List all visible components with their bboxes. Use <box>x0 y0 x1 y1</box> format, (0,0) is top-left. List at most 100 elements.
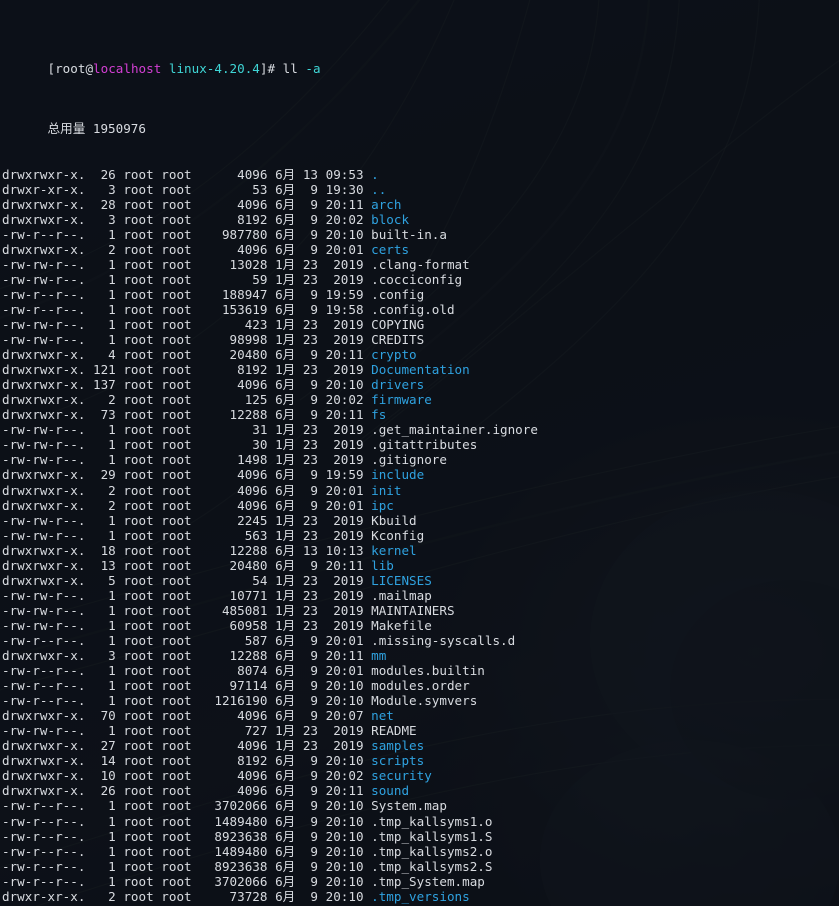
total-size-line: 总用量 1950976 <box>2 106 839 136</box>
cell-separator <box>318 467 326 482</box>
cell-separator <box>318 377 326 392</box>
cell-perm: -rw-rw-r--. <box>2 271 86 287</box>
listing-row: drwxrwxr-x. 14 root root 8192 6月 9 20:10… <box>2 753 839 768</box>
cell-links: 1 <box>93 617 116 633</box>
cell-separator <box>267 452 275 467</box>
cell-group: root <box>161 422 192 438</box>
cell-separator <box>318 618 326 633</box>
cell-separator <box>267 317 275 332</box>
cell-size: 60958 <box>199 617 268 633</box>
cell-group: root <box>161 482 192 498</box>
cell-month: 6月 <box>275 873 296 889</box>
cell-separator <box>364 528 372 543</box>
cell-owner: root <box>123 843 154 859</box>
cell-separator <box>295 227 303 242</box>
cell-separator <box>85 738 93 753</box>
cell-owner: root <box>123 768 154 784</box>
cell-name: Module.symvers <box>371 693 478 709</box>
cell-separator <box>267 377 275 392</box>
cell-size: 73728 <box>199 888 268 904</box>
cell-time: 20:10 <box>325 753 364 769</box>
typed-command: ll <box>282 61 298 77</box>
cell-day: 13 <box>302 166 319 182</box>
cell-links: 1 <box>93 587 116 603</box>
cell-separator <box>267 242 275 257</box>
listing-row: -rw-rw-r--. 1 root root 2245 1月 23 2019 … <box>2 513 839 528</box>
cell-links: 1 <box>93 332 116 348</box>
prompt-sigil: # <box>267 61 283 77</box>
cell-separator <box>85 573 93 588</box>
cell-separator <box>318 452 326 467</box>
listing-row: -rw-r--r--. 1 root root 1489480 6月 9 20:… <box>2 814 839 829</box>
cell-time: 20:02 <box>325 211 364 227</box>
cell-day: 23 <box>302 332 319 348</box>
cell-day: 9 <box>302 632 319 648</box>
cell-owner: root <box>123 452 154 468</box>
cell-day: 9 <box>302 497 319 513</box>
cell-day: 23 <box>302 512 319 528</box>
total-value: 1950976 <box>92 121 146 137</box>
cell-group: root <box>161 286 192 302</box>
cell-owner: root <box>123 678 154 694</box>
cell-day: 9 <box>302 211 319 227</box>
cell-name: arch <box>371 196 402 212</box>
cell-name: Kconfig <box>371 527 425 543</box>
cell-separator <box>364 227 372 242</box>
cell-group: root <box>161 542 192 558</box>
terminal-text-pane[interactable]: [root@localhost linux-4.20.4]# ll -a 总用量… <box>0 0 839 906</box>
listing-row: drwxrwxr-x. 5 root root 54 1月 23 2019 LI… <box>2 573 839 588</box>
cell-time: 20:01 <box>325 663 364 679</box>
cell-separator <box>364 814 372 829</box>
cell-separator <box>267 663 275 678</box>
prompt-user: root <box>55 61 86 77</box>
cell-month: 6月 <box>275 708 296 724</box>
cell-day: 9 <box>302 798 319 814</box>
cell-size: 98998 <box>199 332 268 348</box>
cell-group: root <box>161 888 192 904</box>
cell-day: 9 <box>302 286 319 302</box>
cell-separator <box>364 693 372 708</box>
cell-day: 23 <box>302 362 319 378</box>
cell-separator <box>85 889 93 904</box>
cell-month: 6月 <box>275 632 296 648</box>
cell-separator <box>318 437 326 452</box>
cell-group: root <box>161 301 192 317</box>
cell-owner: root <box>123 527 154 543</box>
cell-group: root <box>161 768 192 784</box>
cell-separator <box>295 783 303 798</box>
cell-separator <box>364 407 372 422</box>
cell-month: 1月 <box>275 512 296 528</box>
cell-links: 1 <box>93 678 116 694</box>
cell-separator <box>364 783 372 798</box>
cell-perm: -rw-r--r--. <box>2 828 86 844</box>
cell-size: 12288 <box>199 407 268 423</box>
cell-separator <box>85 603 93 618</box>
cell-time: 2019 <box>325 422 364 438</box>
cell-day: 9 <box>302 648 319 664</box>
cell-separator <box>267 618 275 633</box>
cell-group: root <box>161 377 192 393</box>
cell-owner: root <box>123 557 154 573</box>
cell-group: root <box>161 527 192 543</box>
cell-separator <box>267 768 275 783</box>
cell-separator <box>318 272 326 287</box>
cell-day: 9 <box>302 753 319 769</box>
cell-separator <box>267 407 275 422</box>
cell-separator <box>318 693 326 708</box>
cell-separator <box>295 407 303 422</box>
cell-day: 13 <box>302 542 319 558</box>
cell-owner: root <box>123 241 154 257</box>
listing-row: -rw-r--r--. 1 root root 1216190 6月 9 20:… <box>2 693 839 708</box>
cell-owner: root <box>123 783 154 799</box>
cell-time: 20:10 <box>325 888 364 904</box>
cell-day: 23 <box>302 572 319 588</box>
cell-links: 1 <box>93 843 116 859</box>
cell-name: built-in.a <box>371 226 447 242</box>
cell-perm: -rw-r--r--. <box>2 663 86 679</box>
cell-owner: root <box>123 753 154 769</box>
terminal-window[interactable]: [root@localhost linux-4.20.4]# ll -a 总用量… <box>0 0 839 906</box>
cell-name: System.map <box>371 798 447 814</box>
listing-row: -rw-rw-r--. 1 root root 60958 1月 23 2019… <box>2 618 839 633</box>
cell-group: root <box>161 437 192 453</box>
cell-owner: root <box>123 286 154 302</box>
